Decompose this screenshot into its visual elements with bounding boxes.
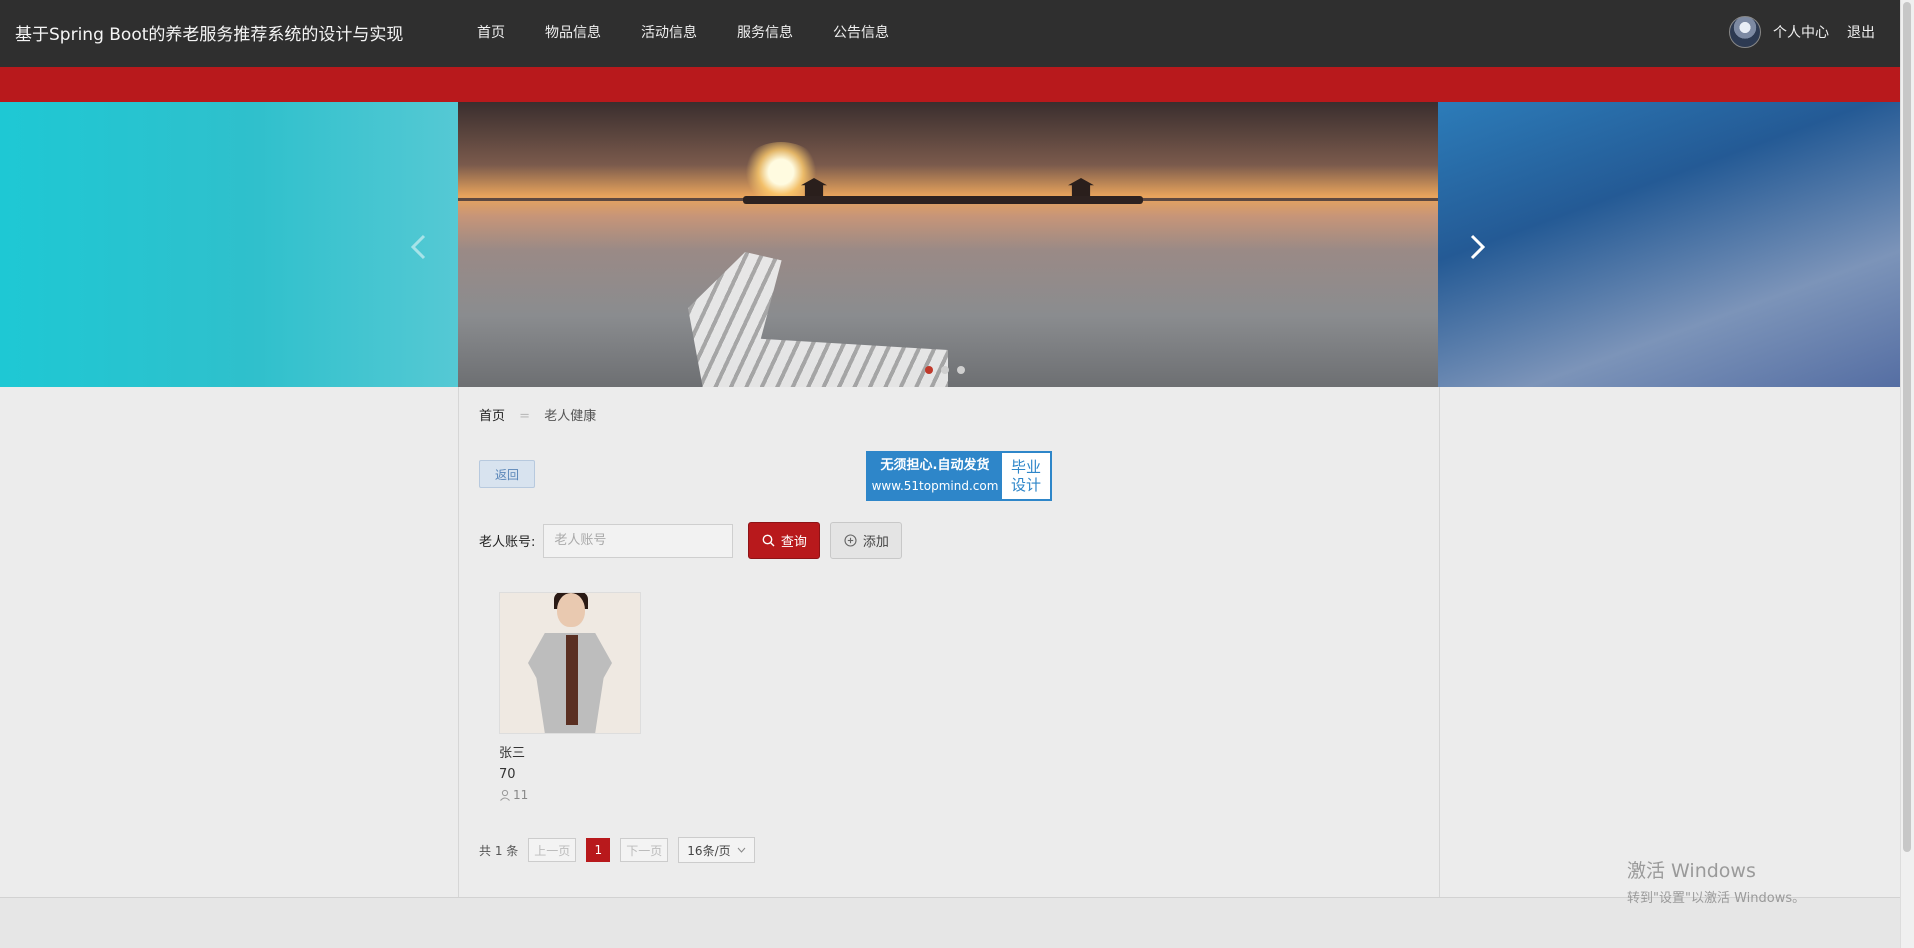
- search-input[interactable]: [543, 523, 734, 558]
- main-content: 首页 = 老人健康 返回 无须担心.自动发货 www.51topmind.com…: [458, 387, 1440, 897]
- add-button[interactable]: 添加: [830, 522, 903, 559]
- carousel-main-image: [458, 102, 1438, 387]
- nav-item-items[interactable]: 物品信息: [545, 22, 601, 42]
- ad-left: 无须担心.自动发货 www.51topmind.com: [868, 453, 1002, 499]
- user-icon: [499, 789, 511, 801]
- scrollbar-thumb[interactable]: [1903, 2, 1911, 852]
- ad-line1: 无须担心.自动发货: [880, 458, 990, 473]
- chevron-right-icon: [1470, 234, 1486, 260]
- page-size-value: 16条/页: [687, 843, 731, 858]
- carousel-side-image-left: [0, 102, 458, 387]
- pier-graphic: [743, 196, 1143, 204]
- user-center-link[interactable]: 个人中心: [1773, 22, 1829, 42]
- chevron-left-icon: [410, 234, 426, 260]
- ad-right: 毕业 设计: [1002, 453, 1050, 499]
- elder-name: 张三: [499, 746, 526, 761]
- plus-circle-icon: [844, 534, 857, 547]
- logout-link[interactable]: 退出: [1847, 22, 1875, 42]
- footer: [0, 898, 1900, 948]
- ad-right-line2: 设计: [1010, 476, 1041, 494]
- hut-graphic: [1068, 178, 1094, 196]
- carousel-prev-button[interactable]: [404, 232, 434, 262]
- ad-banner[interactable]: 无须担心.自动发货 www.51topmind.com 毕业 设计: [866, 451, 1052, 501]
- beach-chair-graphic: [688, 252, 948, 387]
- elder-views: 11: [499, 788, 649, 802]
- nav-item-home[interactable]: 首页: [477, 22, 505, 42]
- avatar[interactable]: [1729, 16, 1761, 48]
- site-title: 基于Spring Boot的养老服务推荐系统的设计与实现: [15, 25, 404, 45]
- windows-activation-watermark: 激活 Windows 转到"设置"以激活 Windows。: [1627, 856, 1805, 906]
- carousel-dot[interactable]: [941, 366, 949, 374]
- main-nav: 首页 物品信息 活动信息 服务信息 公告信息: [477, 22, 929, 42]
- pagination-total: 共 1 条: [479, 843, 519, 858]
- breadcrumb-current: 老人健康: [544, 409, 597, 424]
- ad-right-line1: 毕业: [1010, 458, 1041, 476]
- next-page-button[interactable]: 下一页: [620, 838, 669, 862]
- pagination: 共 1 条 上一页 1 下一页 16条/页: [479, 837, 755, 863]
- add-button-label: 添加: [862, 535, 889, 550]
- carousel-next-button[interactable]: [1462, 232, 1492, 262]
- top-navbar: 基于Spring Boot的养老服务推荐系统的设计与实现 首页 物品信息 活动信…: [0, 0, 1900, 67]
- query-button[interactable]: 查询: [748, 522, 821, 559]
- carousel-indicators: [925, 366, 965, 374]
- query-button-label: 查询: [780, 535, 807, 550]
- elder-age: 70: [499, 767, 516, 782]
- nav-item-notices[interactable]: 公告信息: [833, 22, 889, 42]
- carousel-side-image-right: [1438, 102, 1900, 387]
- user-area: 个人中心 退出: [1729, 16, 1875, 48]
- red-accent-bar: [0, 67, 1900, 102]
- views-count: 11: [513, 788, 529, 802]
- search-label: 老人账号:: [479, 535, 536, 550]
- page-number-current[interactable]: 1: [586, 838, 611, 862]
- person-trim-graphic: [566, 635, 578, 725]
- ad-line2: www.51topmind.com: [871, 479, 999, 493]
- breadcrumb-home[interactable]: 首页: [479, 409, 505, 424]
- page-size-select[interactable]: 16条/页: [678, 837, 755, 863]
- nav-item-activities[interactable]: 活动信息: [641, 22, 697, 42]
- nav-item-services[interactable]: 服务信息: [737, 22, 793, 42]
- carousel-dot[interactable]: [957, 366, 965, 374]
- watermark-line1: 激活 Windows: [1627, 860, 1756, 882]
- breadcrumb-separator: =: [519, 409, 531, 424]
- watermark-line2: 转到"设置"以激活 Windows。: [1627, 891, 1806, 906]
- prev-page-button[interactable]: 上一页: [528, 838, 577, 862]
- person-head-graphic: [557, 593, 585, 627]
- search-bar: 老人账号: 查询 添加: [479, 522, 903, 559]
- breadcrumb: 首页 = 老人健康: [479, 405, 596, 424]
- search-icon: [762, 534, 775, 547]
- elder-photo: [499, 592, 641, 734]
- list-item[interactable]: 张三 70 11: [499, 592, 649, 802]
- chevron-down-icon: [737, 847, 746, 853]
- back-button[interactable]: 返回: [479, 460, 535, 488]
- carousel-dot-active[interactable]: [925, 366, 933, 374]
